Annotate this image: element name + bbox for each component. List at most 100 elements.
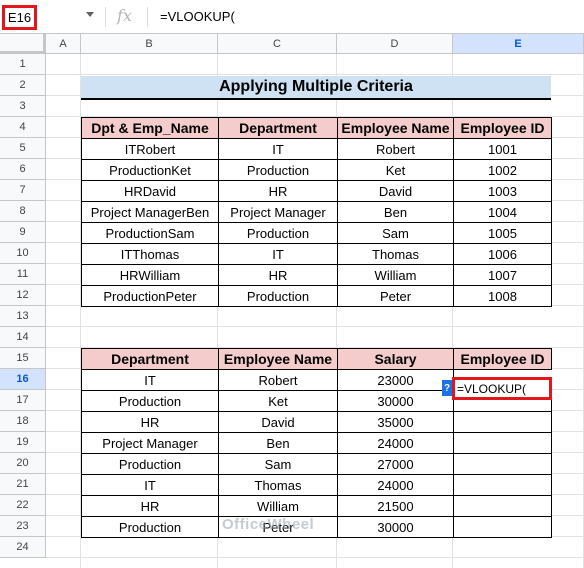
table-cell[interactable]: Production: [81, 453, 219, 475]
row-header-11[interactable]: 11: [0, 264, 46, 285]
table-cell[interactable]: 1002: [453, 159, 552, 181]
row-header-17[interactable]: 17: [0, 390, 46, 411]
table-cell[interactable]: HR: [81, 495, 219, 517]
table-cell[interactable]: ProductionSam: [81, 222, 219, 244]
table-header[interactable]: Dpt & Emp_Name: [81, 117, 219, 139]
table-cell[interactable]: 1003: [453, 180, 552, 202]
table-header[interactable]: Employee Name: [218, 348, 338, 370]
formula-help-icon[interactable]: ?: [442, 380, 452, 396]
table-cell[interactable]: ITRobert: [81, 138, 219, 160]
table-cell[interactable]: IT: [81, 474, 219, 496]
table-cell[interactable]: 35000: [337, 411, 454, 433]
table-cell[interactable]: David: [218, 411, 338, 433]
table-header[interactable]: Employee Name: [337, 117, 454, 139]
table-cell[interactable]: David: [337, 180, 454, 202]
table-header[interactable]: Employee ID: [453, 348, 552, 370]
row-header-22[interactable]: 22: [0, 495, 46, 516]
table-cell[interactable]: HRWilliam: [81, 264, 219, 286]
column-header-a[interactable]: A: [46, 34, 81, 54]
select-all-corner[interactable]: [0, 34, 46, 54]
table-cell[interactable]: 30000: [337, 516, 454, 538]
table-cell[interactable]: Robert: [218, 369, 338, 391]
table-cell[interactable]: ProductionKet: [81, 159, 219, 181]
table-cell[interactable]: Peter: [337, 285, 454, 307]
table-cell[interactable]: [453, 516, 552, 538]
table-cell[interactable]: Robert: [337, 138, 454, 160]
chevron-down-icon[interactable]: [86, 12, 94, 17]
table-cell[interactable]: Sam: [337, 222, 454, 244]
row-header-24[interactable]: 24: [0, 537, 46, 558]
row-header-4[interactable]: 4: [0, 117, 46, 138]
table-cell[interactable]: 1005: [453, 222, 552, 244]
table-cell[interactable]: IT: [81, 369, 219, 391]
row-header-8[interactable]: 8: [0, 201, 46, 222]
row-header-12[interactable]: 12: [0, 285, 46, 306]
table-cell[interactable]: IT: [218, 243, 338, 265]
row-header-18[interactable]: 18: [0, 411, 46, 432]
table-cell[interactable]: William: [218, 495, 338, 517]
row-header-10[interactable]: 10: [0, 243, 46, 264]
column-header-e[interactable]: E: [453, 34, 584, 54]
table-cell[interactable]: Thomas: [337, 243, 454, 265]
table-cell[interactable]: 21500: [337, 495, 454, 517]
row-header-19[interactable]: 19: [0, 432, 46, 453]
table-cell[interactable]: Project ManagerBen: [81, 201, 219, 223]
column-header-b[interactable]: B: [81, 34, 218, 54]
table-cell[interactable]: 30000: [337, 390, 454, 412]
table-cell[interactable]: 1007: [453, 264, 552, 286]
row-header-16[interactable]: 16: [0, 369, 46, 390]
table-cell[interactable]: 27000: [337, 453, 454, 475]
table-cell[interactable]: Ket: [337, 159, 454, 181]
table-cell[interactable]: Project Manager: [218, 201, 338, 223]
row-header-6[interactable]: 6: [0, 159, 46, 180]
table-cell[interactable]: HR: [218, 264, 338, 286]
table-cell[interactable]: IT: [218, 138, 338, 160]
row-header-21[interactable]: 21: [0, 474, 46, 495]
table-cell[interactable]: HR: [81, 411, 219, 433]
active-cell-editor[interactable]: =VLOOKUP(: [452, 377, 552, 400]
row-header-15[interactable]: 15: [0, 348, 46, 369]
table-cell[interactable]: Thomas: [218, 474, 338, 496]
row-header-2[interactable]: 2: [0, 75, 46, 96]
table-cell[interactable]: HR: [218, 180, 338, 202]
table-cell[interactable]: Production: [218, 285, 338, 307]
row-header-5[interactable]: 5: [0, 138, 46, 159]
table-header[interactable]: Employee ID: [453, 117, 552, 139]
row-header-7[interactable]: 7: [0, 180, 46, 201]
row-header-14[interactable]: 14: [0, 327, 46, 348]
table-header[interactable]: Department: [81, 348, 219, 370]
table-cell[interactable]: Sam: [218, 453, 338, 475]
table-cell[interactable]: 1001: [453, 138, 552, 160]
column-header-d[interactable]: D: [337, 34, 453, 54]
table-cell[interactable]: 24000: [337, 474, 454, 496]
table-cell[interactable]: William: [337, 264, 454, 286]
table-header[interactable]: Salary: [337, 348, 454, 370]
table-cell[interactable]: [453, 495, 552, 517]
row-header-9[interactable]: 9: [0, 222, 46, 243]
table-cell[interactable]: ITThomas: [81, 243, 219, 265]
table-cell[interactable]: Production: [81, 516, 219, 538]
table-cell[interactable]: Production: [81, 390, 219, 412]
table-cell[interactable]: 1006: [453, 243, 552, 265]
table-cell[interactable]: Production: [218, 159, 338, 181]
column-header-c[interactable]: C: [218, 34, 337, 54]
table-cell[interactable]: Ben: [218, 432, 338, 454]
table-cell[interactable]: Ket: [218, 390, 338, 412]
table-cell[interactable]: Project Manager: [81, 432, 219, 454]
formula-input[interactable]: =VLOOKUP(: [160, 9, 235, 24]
table-cell[interactable]: [453, 411, 552, 433]
table-header[interactable]: Department: [218, 117, 338, 139]
row-header-13[interactable]: 13: [0, 306, 46, 327]
row-header-23[interactable]: 23: [0, 516, 46, 537]
table-cell[interactable]: 1004: [453, 201, 552, 223]
table-cell[interactable]: ProductionPeter: [81, 285, 219, 307]
table-cell[interactable]: Ben: [337, 201, 454, 223]
table-cell[interactable]: 23000: [337, 369, 454, 391]
table-cell[interactable]: [453, 474, 552, 496]
table-cell[interactable]: 24000: [337, 432, 454, 454]
table-cell[interactable]: 1008: [453, 285, 552, 307]
row-header-3[interactable]: 3: [0, 96, 46, 117]
table-cell[interactable]: HRDavid: [81, 180, 219, 202]
row-header-1[interactable]: 1: [0, 54, 46, 75]
table-cell[interactable]: [453, 432, 552, 454]
